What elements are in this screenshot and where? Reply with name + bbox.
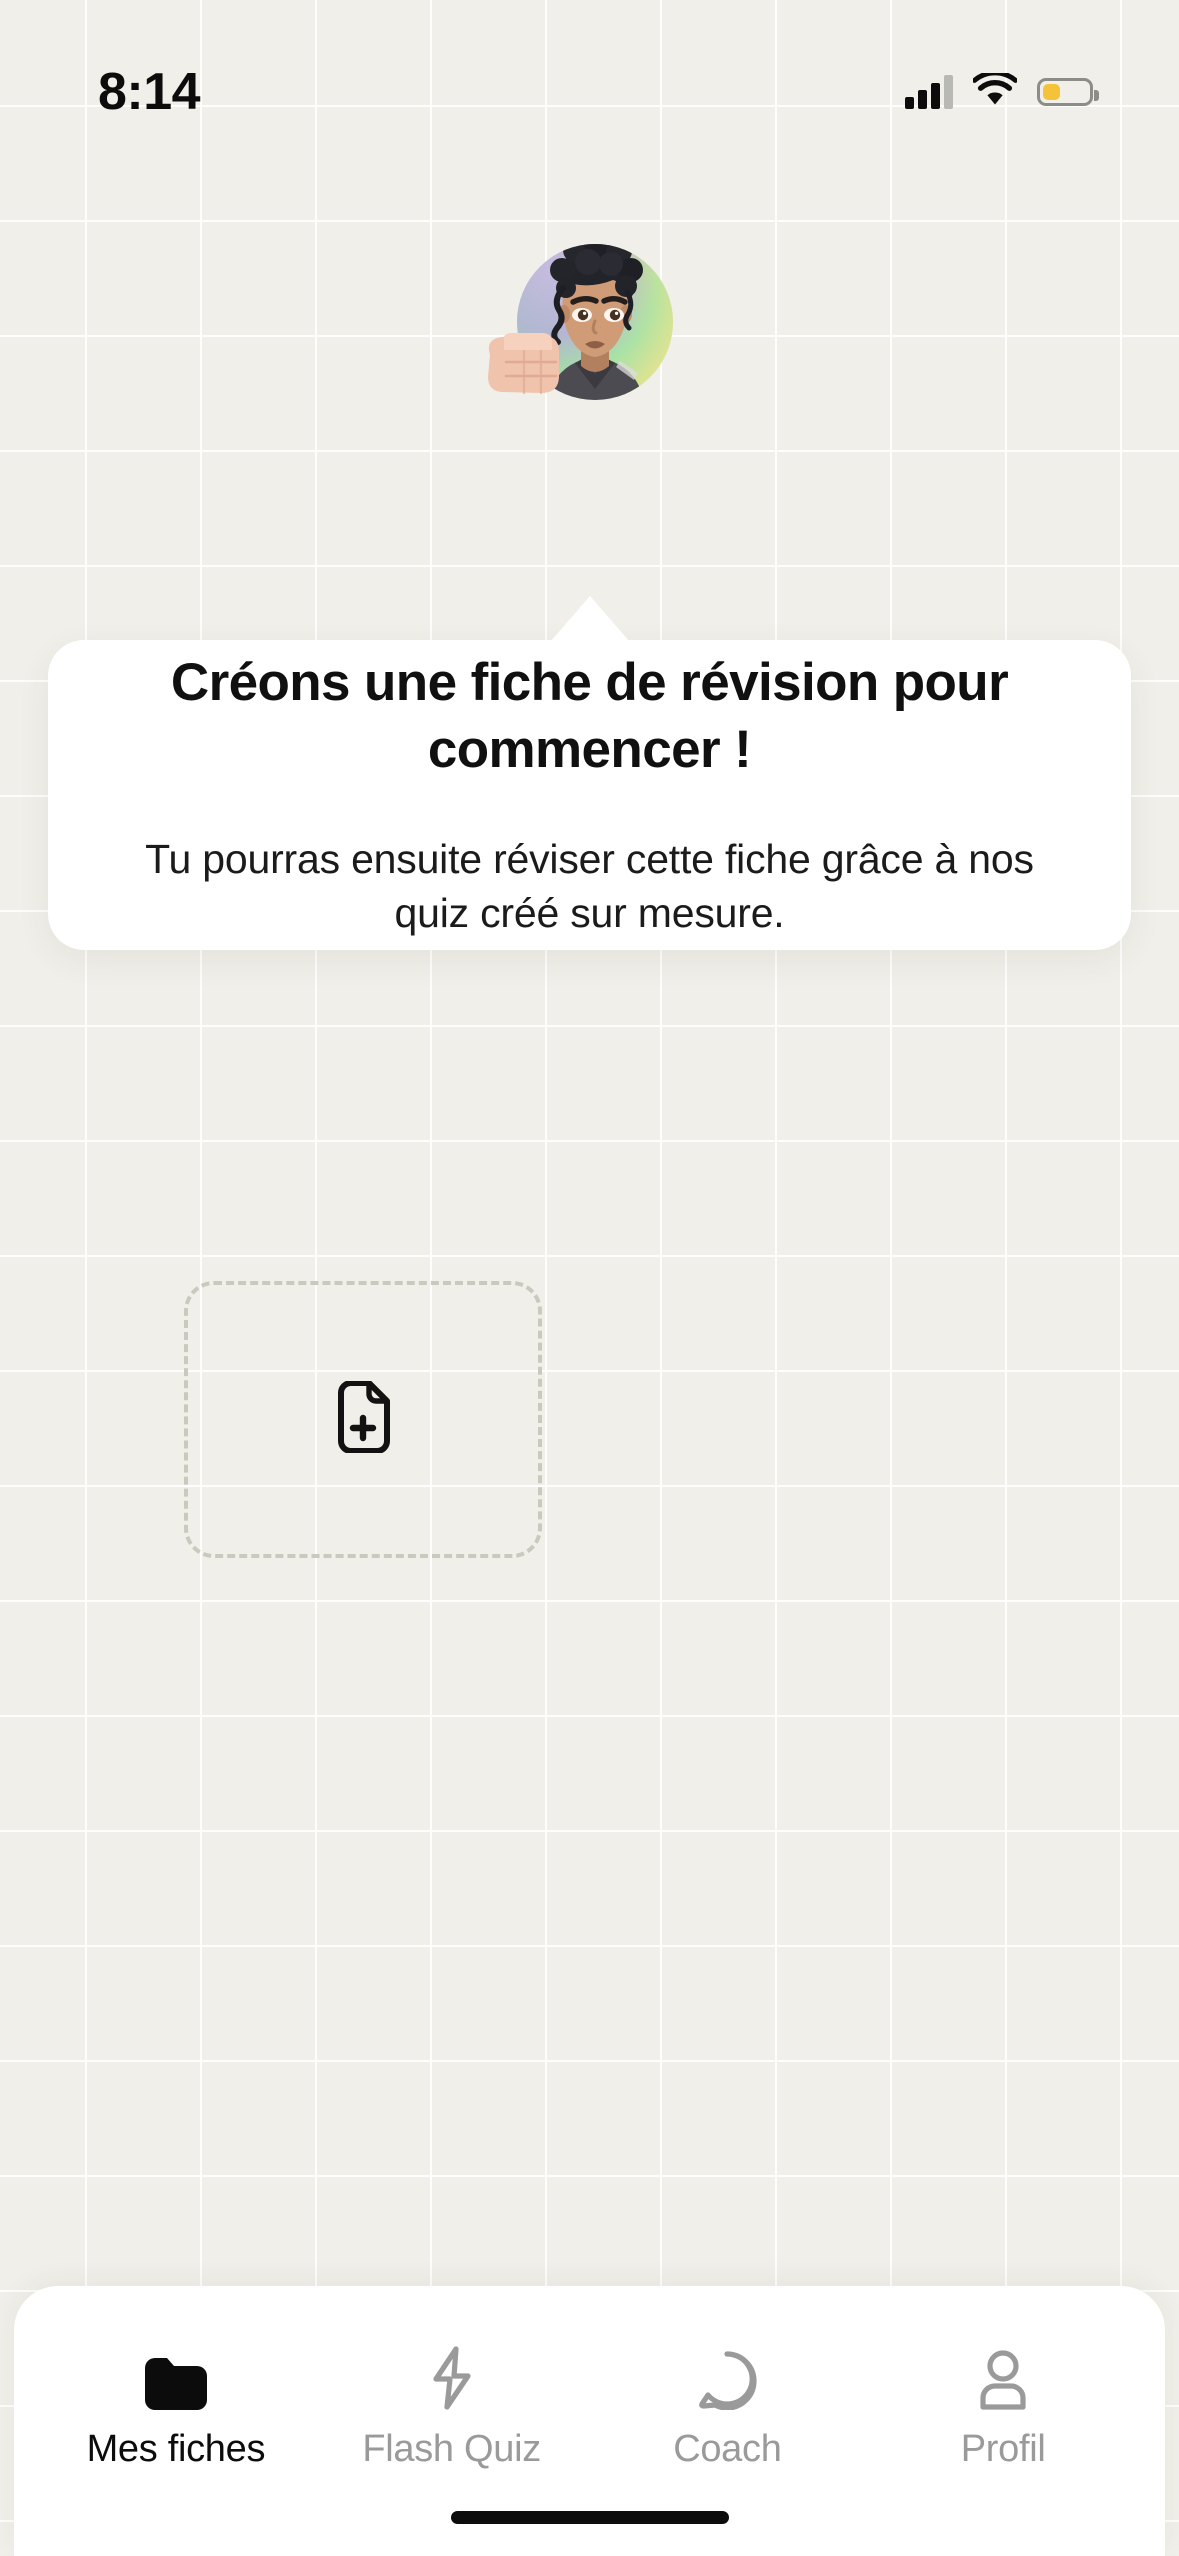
cellular-bars-icon xyxy=(905,75,953,109)
nav-label-profil: Profil xyxy=(960,2428,1046,2470)
nav-item-coach[interactable]: Coach xyxy=(590,2348,866,2468)
coach-message-card: Créons une fiche de révision pour commen… xyxy=(48,596,1131,950)
coach-avatar-container xyxy=(0,222,1179,400)
speech-pointer-triangle-icon xyxy=(549,596,630,642)
person-icon xyxy=(974,2348,1032,2410)
folder-icon xyxy=(144,2348,207,2410)
create-fiche-dropzone[interactable] xyxy=(184,1281,542,1558)
nav-item-mes-fiches[interactable]: Mes fiches xyxy=(38,2348,314,2468)
status-bar-time: 8:14 xyxy=(98,63,201,121)
coach-avatar-fist-bump-icon xyxy=(480,222,695,437)
nav-label-flash-quiz: Flash Quiz xyxy=(362,2428,541,2470)
bottom-nav-items: Mes fiches Flash Quiz Coach Profil xyxy=(14,2286,1165,2468)
bottom-navigation-bar: Mes fiches Flash Quiz Coach Profil xyxy=(14,2286,1165,2556)
battery-low-icon xyxy=(1037,78,1099,106)
nav-item-flash-quiz[interactable]: Flash Quiz xyxy=(314,2346,590,2470)
status-bar: 8:14 xyxy=(0,0,1179,150)
status-bar-icons xyxy=(905,39,1099,112)
file-plus-icon xyxy=(333,1380,393,1458)
nav-item-profil[interactable]: Profil xyxy=(865,2348,1141,2468)
nav-label-coach: Coach xyxy=(673,2428,782,2470)
nav-label-mes-fiches: Mes fiches xyxy=(86,2428,266,2470)
coach-card-subtitle: Tu pourras ensuite réviser cette fiche g… xyxy=(145,835,1034,936)
coach-card-title: Créons une fiche de révision pour commen… xyxy=(170,653,1009,779)
speech-bubble-icon xyxy=(697,2348,757,2410)
home-indicator-bar xyxy=(450,2511,729,2524)
app-screen: 8:14 Créons une fiche de révision pour c… xyxy=(0,0,1179,2556)
wifi-icon xyxy=(972,69,1018,112)
lightning-bolt-icon xyxy=(428,2346,476,2410)
